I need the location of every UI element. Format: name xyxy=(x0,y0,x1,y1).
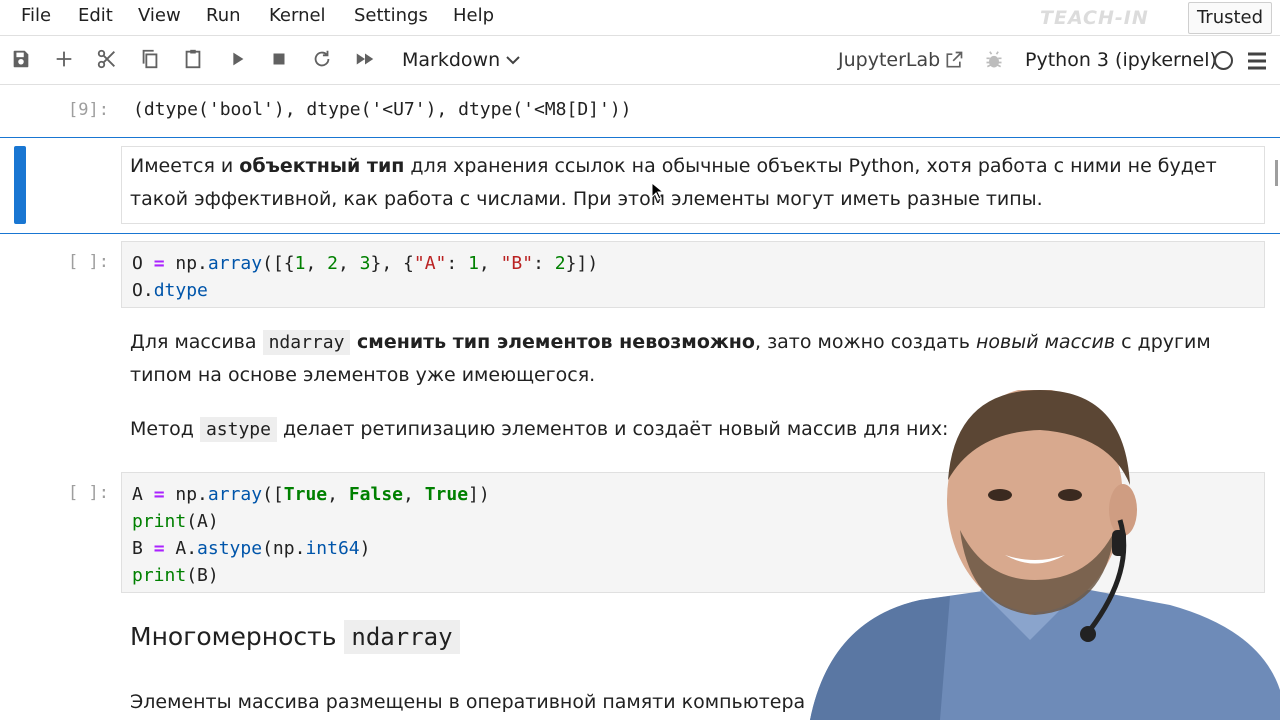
restart-run-all-button[interactable] xyxy=(350,44,380,74)
menu-kernel[interactable]: Kernel xyxy=(269,5,326,26)
clipboard-icon xyxy=(185,49,201,69)
md-bold: объектный тип xyxy=(239,155,405,177)
md-text: Имеется и xyxy=(130,155,240,177)
chevron-down-icon[interactable] xyxy=(506,55,520,65)
copy-icon xyxy=(142,49,158,69)
cut-button[interactable] xyxy=(92,44,122,74)
open-in-jupyterlab-label[interactable]: JupyterLab xyxy=(838,49,940,71)
scissors-icon xyxy=(97,49,115,69)
heading-text: Многомерность xyxy=(130,622,345,651)
scrollbar-thumb[interactable] xyxy=(1275,160,1278,186)
paste-button[interactable] xyxy=(178,44,208,74)
md-text: Элементы массива размещены в оперативной… xyxy=(130,691,806,713)
inline-code: astype xyxy=(199,417,277,442)
md-italic: новый массив xyxy=(975,331,1116,353)
restart-button[interactable] xyxy=(307,44,337,74)
save-button[interactable] xyxy=(6,44,36,74)
trusted-indicator[interactable]: Trusted xyxy=(1188,2,1272,34)
inline-code: ndarray xyxy=(344,620,460,654)
interrupt-button[interactable] xyxy=(264,44,294,74)
cell-type-select[interactable]: Markdown xyxy=(402,49,500,71)
md-bold: сменить тип элементов невозможно xyxy=(350,331,755,353)
refresh-icon xyxy=(314,50,330,67)
output-prompt: [9]: xyxy=(68,100,109,120)
save-icon xyxy=(13,50,29,68)
code-cell-editor[interactable]: O = np.array([{1, 2, 3}, {"A": 1, "B": 2… xyxy=(121,241,1265,308)
menu-settings[interactable]: Settings xyxy=(354,5,428,26)
markdown-cell-editor[interactable]: Имеется и объектный тип для хранения ссы… xyxy=(121,146,1265,224)
md-text: , зато можно создать xyxy=(754,331,976,353)
menu-icon[interactable] xyxy=(1247,52,1267,70)
presenter-video-overlay xyxy=(810,390,1280,720)
play-icon xyxy=(233,52,244,66)
external-link-icon[interactable] xyxy=(944,50,964,70)
kernel-status-icon xyxy=(1214,51,1233,70)
input-prompt: [ ]: xyxy=(68,483,109,503)
menu-run[interactable]: Run xyxy=(206,5,241,26)
fast-forward-icon xyxy=(356,53,374,65)
cell-collapser[interactable] xyxy=(14,146,26,224)
menu-edit[interactable]: Edit xyxy=(78,5,113,26)
copy-button[interactable] xyxy=(135,44,165,74)
menu-file[interactable]: File xyxy=(21,5,51,26)
stop-icon xyxy=(273,53,285,65)
section-heading: Многомерность ndarray xyxy=(130,620,460,654)
plus-icon xyxy=(56,51,72,67)
mouse-cursor-icon xyxy=(651,182,663,200)
inline-code: ndarray xyxy=(262,330,351,355)
debugger-bug-icon[interactable] xyxy=(984,49,1004,71)
teach-in-watermark: TEACH-IN xyxy=(1040,7,1149,29)
notebook-toolbar: Markdown JupyterLab Python 3 (ipykernel) xyxy=(0,36,1280,85)
kernel-name[interactable]: Python 3 (ipykernel) xyxy=(1025,49,1217,71)
menubar: File Edit View Run Kernel Settings Help … xyxy=(0,0,1280,36)
menu-view[interactable]: View xyxy=(138,5,181,26)
md-text: Для массива xyxy=(130,331,263,353)
output-text: (dtype('bool'), dtype('<U7'), dtype('<M8… xyxy=(133,99,632,120)
run-cell-button[interactable] xyxy=(222,44,252,74)
menu-help[interactable]: Help xyxy=(453,5,494,26)
insert-cell-button[interactable] xyxy=(49,44,79,74)
input-prompt: [ ]: xyxy=(68,252,109,272)
md-text: Метод xyxy=(130,418,200,440)
markdown-cell[interactable]: Для массива ndarray сменить тип элементо… xyxy=(130,326,1240,392)
